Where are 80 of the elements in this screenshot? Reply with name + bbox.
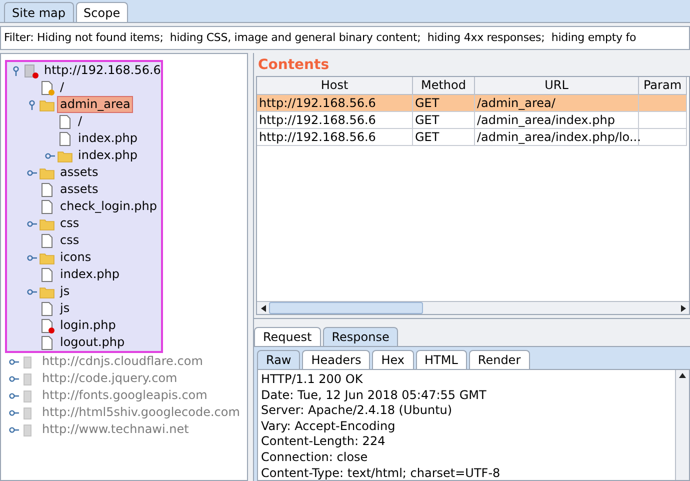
table-cell[interactable]: http://192.168.56.6 [257,95,413,112]
table-cell[interactable]: GET [413,129,475,146]
response-line: Server: Apache/2.4.18 (Ubuntu) [261,403,454,419]
tree-item[interactable]: assets [58,182,100,197]
tree-item[interactable]: / [58,80,66,95]
tab[interactable]: Request [254,327,321,346]
expand-handle-icon[interactable] [11,66,21,76]
tree-item[interactable]: css [58,216,82,231]
table-cell[interactable]: GET [413,112,475,129]
response-line: Date: Tue, 12 Jun 2018 05:47:55 GMT [261,388,488,404]
file-icon [39,182,55,198]
tree-item[interactable]: http://html5shiv.googlecode.com [40,405,242,420]
table-cell[interactable]: /admin_area/index.php/lo... [475,129,639,146]
tree-item[interactable]: http://192.168.56.6 [42,63,163,78]
table-cell[interactable]: http://192.168.56.6 [257,112,413,129]
tree-item[interactable]: icons [58,250,94,265]
vertical-scrollbar[interactable] [675,370,689,480]
table-cell[interactable]: http://192.168.56.6 [257,129,413,146]
tree-item[interactable]: http://fonts.googleapis.com [40,388,210,403]
tab[interactable]: Render [468,350,530,369]
response-line: Content-Type: text/html; charset=UTF-8 [261,466,502,480]
tree-item[interactable]: css [58,233,82,248]
tab[interactable]: HTML [416,350,467,369]
expand-handle-icon[interactable] [27,252,37,262]
table-cell[interactable]: GET [413,95,475,112]
tree-item[interactable]: index.php [76,131,140,146]
expand-handle-icon[interactable] [27,100,37,110]
scroll-up-icon[interactable] [679,373,686,378]
tree-item[interactable]: js [58,284,72,299]
tree-item[interactable]: js [58,301,72,316]
file-icon [39,300,55,316]
expand-handle-icon[interactable] [27,286,37,296]
filter-bar[interactable]: Filter: Hiding not found items; hiding CSS, image and general binary content; hiding 4xx responses; hiding empty fo [0,26,690,50]
tree-item[interactable]: http://code.jquery.com [40,371,180,386]
tree-item[interactable]: check_login.php [58,199,160,214]
file-icon [39,232,55,248]
tab[interactable]: Response [322,327,398,346]
expand-handle-icon[interactable] [27,168,37,178]
table-cell[interactable]: /admin_area/ [475,95,639,112]
response-line: Vary: Accept-Encoding [261,418,396,434]
tab[interactable]: Hex [372,350,414,369]
file-icon [57,130,73,146]
scroll-left-icon[interactable] [260,304,266,312]
response-line: Connection: close [261,450,369,466]
column-header[interactable]: URL [475,77,639,95]
column-header[interactable]: Host [257,77,413,95]
table-cell[interactable] [639,95,687,112]
section-title: Contents [257,56,330,75]
tree-item[interactable]: login.php [58,318,118,333]
tree-item[interactable]: admin_area [58,97,132,112]
tab[interactable]: Site map [4,2,74,22]
expand-handle-icon[interactable] [9,374,19,384]
expand-handle-icon[interactable] [27,218,37,228]
column-header[interactable]: Param [639,77,687,95]
scroll-right-icon[interactable] [680,304,686,312]
tree-item[interactable]: index.php [76,148,140,163]
response-line: Content-Length: 224 [261,434,386,450]
table-cell[interactable] [639,129,687,146]
table-cell[interactable]: /admin_area/index.php [475,112,639,129]
tree-item[interactable]: logout.php [58,335,127,350]
tab[interactable]: Headers [302,350,370,369]
tree-item[interactable]: http://www.technawi.net [40,422,191,437]
table-cell[interactable] [639,112,687,129]
tree-item[interactable]: assets [58,165,100,180]
tree-item[interactable]: / [76,114,84,129]
file-icon [39,198,55,214]
expand-handle-icon[interactable] [9,424,19,434]
expand-handle-icon[interactable] [45,150,55,160]
tab[interactable]: Raw [257,350,300,369]
column-header[interactable]: Method [413,77,475,95]
file-icon [39,334,55,350]
response-line: HTTP/1.1 200 OK [261,372,364,388]
tab[interactable]: Scope [76,2,128,22]
expand-handle-icon[interactable] [9,356,19,366]
horizontal-scrollbar[interactable] [257,301,689,314]
expand-handle-icon[interactable] [9,408,19,418]
tree-item[interactable]: http://cdnjs.cloudflare.com [40,354,205,369]
tree-item[interactable]: index.php [58,267,122,282]
file-icon [39,266,55,282]
expand-handle-icon[interactable] [9,390,19,400]
